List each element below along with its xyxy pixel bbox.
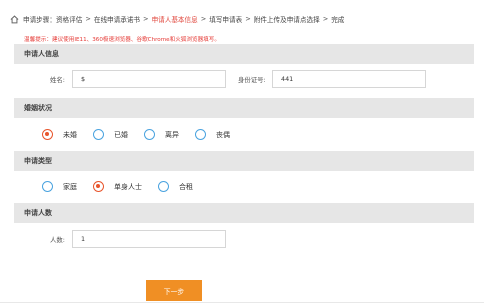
radio-label: 离异: [165, 130, 179, 139]
section-applicant-count: 申请人数: [14, 203, 474, 223]
application-type-group: 家庭 单身人士 合租: [42, 181, 209, 192]
step-separator: >: [245, 15, 251, 23]
step-upload: 附件上传及申请点选择: [253, 16, 320, 24]
step-separator: >: [85, 15, 91, 23]
radio-unchecked-icon[interactable]: [158, 181, 169, 192]
applicant-count-field[interactable]: 1: [72, 230, 226, 248]
home-icon[interactable]: [10, 14, 19, 24]
marital-option-widowed[interactable]: 丧偶: [195, 129, 230, 140]
id-number-field[interactable]: 441: [272, 70, 426, 88]
marital-option-married[interactable]: 已婚: [93, 129, 128, 140]
radio-unchecked-icon[interactable]: [42, 181, 53, 192]
radio-unchecked-icon[interactable]: [144, 129, 155, 140]
marital-option-unmarried[interactable]: 未婚: [42, 129, 77, 140]
type-option-shared[interactable]: 合租: [158, 181, 193, 192]
name-label: 姓名:: [50, 76, 65, 84]
next-step-button[interactable]: 下一步: [146, 280, 202, 301]
step-eligibility: 资格评估: [55, 16, 83, 24]
radio-label: 单身人士: [114, 182, 142, 191]
step-breadcrumb: 申请步骤： 资格评估 > 在线申请承诺书 > 申请人基本信息 > 填写申请表 >…: [10, 12, 474, 26]
count-label: 人数:: [50, 236, 65, 244]
section-applicant-info: 申请人信息: [14, 44, 474, 64]
type-option-family[interactable]: 家庭: [42, 181, 77, 192]
radio-label: 丧偶: [216, 130, 230, 139]
step-separator: >: [200, 15, 207, 23]
radio-label: 家庭: [63, 182, 77, 191]
radio-unchecked-icon[interactable]: [93, 129, 104, 140]
step-basic-info: 申请人基本信息: [151, 16, 198, 24]
bottom-divider: [0, 302, 484, 303]
radio-checked-icon[interactable]: [93, 181, 104, 192]
marital-option-divorced[interactable]: 离异: [144, 129, 179, 140]
browser-notice: 温馨提示：建议使用IE11、360极速浏览器、谷歌Chrome和火狐浏览器填写。: [24, 37, 220, 43]
type-option-single[interactable]: 单身人士: [93, 181, 142, 192]
steps-prefix: 申请步骤：: [23, 16, 56, 24]
radio-unchecked-icon[interactable]: [195, 129, 206, 140]
step-commitment: 在线申请承诺书: [93, 16, 141, 24]
step-fill-form: 填写申请表: [209, 16, 243, 24]
radio-label: 合租: [179, 182, 193, 191]
step-complete: 完成: [331, 16, 345, 24]
radio-label: 未婚: [63, 130, 77, 139]
id-number-label: 身份证号:: [238, 76, 266, 84]
section-marital-status: 婚姻状况: [14, 98, 474, 118]
step-separator: >: [143, 15, 149, 23]
radio-label: 已婚: [114, 130, 128, 139]
radio-checked-icon[interactable]: [42, 129, 53, 140]
name-field[interactable]: $: [72, 70, 226, 88]
section-application-type: 申请类型: [14, 151, 474, 171]
step-separator: >: [322, 15, 329, 23]
marital-status-group: 未婚 已婚 离异 丧偶: [42, 129, 246, 140]
